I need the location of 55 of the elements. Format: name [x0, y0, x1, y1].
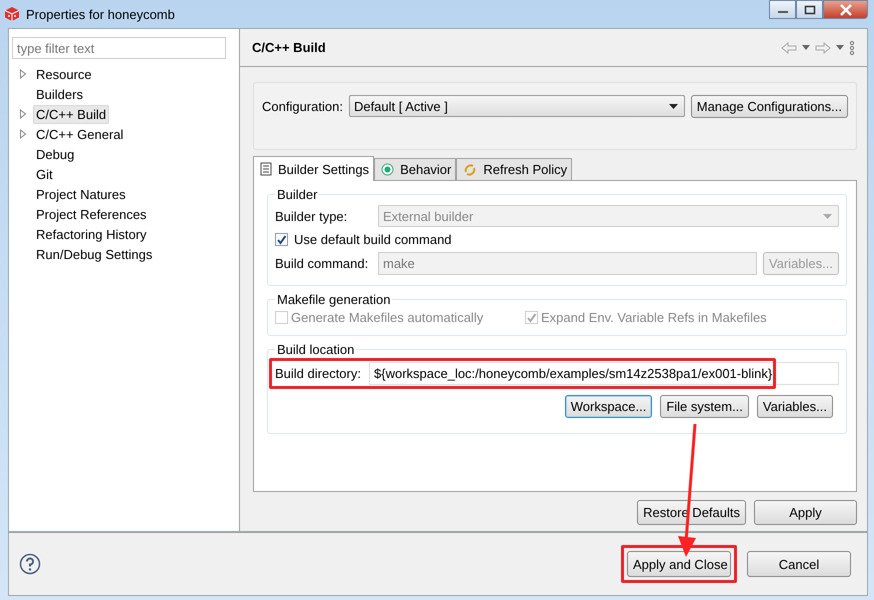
tab[interactable]: Behavior [374, 158, 456, 180]
tree-item[interactable]: C/C++ Build [33, 104, 110, 124]
group-title: Makefile generation [276, 292, 392, 307]
tree-item[interactable]: C/C++ General [33, 124, 126, 144]
tree-item[interactable]: Debug [33, 144, 78, 164]
build-command-label: Build command: [275, 256, 370, 271]
restore-defaults-button[interactable]: Restore Defaults [637, 500, 746, 525]
tree-item[interactable]: Project References [33, 204, 150, 224]
help-icon[interactable] [19, 553, 41, 575]
tab[interactable]: Refresh Policy [456, 158, 572, 180]
tree-item[interactable]: Run/Debug Settings [33, 244, 156, 264]
configuration-label: Configuration: [262, 99, 343, 114]
forward-arrow-icon[interactable] [815, 42, 831, 54]
close-icon [838, 4, 852, 16]
dialog-button[interactable]: Apply and Close [627, 551, 731, 577]
group-title: Build location [276, 342, 356, 357]
window-title: Properties for honeycomb [26, 6, 175, 22]
maximize-button[interactable] [796, 0, 823, 19]
checkbox-label: Use default build command [294, 232, 452, 247]
dropdown-caret-icon[interactable] [802, 45, 810, 50]
tree-item[interactable]: Project Natures [33, 184, 129, 204]
expand-arrow-icon[interactable] [19, 69, 27, 79]
group-title: Builder [276, 187, 318, 202]
build-directory-field[interactable]: ${workspace_loc:/honeycomb/examples/sm14z2538pa1/ex001-blink} [369, 362, 839, 385]
tree-item[interactable]: Refactoring History [33, 224, 150, 244]
close-button[interactable] [823, 0, 868, 19]
filter-field[interactable]: type filter text [12, 37, 226, 59]
apply-button[interactable]: Apply [754, 500, 857, 525]
more-menu-icon[interactable] [849, 40, 855, 54]
checkbox-label: Generate Makefiles automatically [291, 310, 484, 325]
browse-button[interactable]: Workspace... [564, 395, 652, 418]
dialog-button[interactable]: Cancel [747, 551, 851, 577]
tree-item[interactable]: Builders [33, 84, 86, 104]
list-icon [260, 162, 272, 176]
dropdown-caret-icon [823, 214, 832, 218]
build-directory-label: Build directory: [275, 366, 362, 381]
checkbox-label: Expand Env. Variable Refs in Makefiles [541, 310, 767, 325]
page-title: C/C++ Build [252, 40, 326, 55]
manage-configurations-button[interactable]: Manage Configurations... [690, 95, 848, 118]
configuration-dropdown[interactable]: Default [ Active ] [348, 95, 685, 117]
minimize-button[interactable] [769, 0, 796, 19]
radio-icon [381, 163, 394, 176]
browse-button[interactable]: Variables... [756, 395, 833, 418]
dropdown-caret-icon [668, 104, 678, 108]
maximize-icon [804, 4, 816, 14]
back-arrow-icon[interactable] [781, 42, 797, 54]
tab[interactable]: Builder Settings [253, 156, 374, 181]
tree-item[interactable]: Resource [33, 64, 95, 84]
dropdown-caret-icon[interactable] [836, 45, 844, 50]
cube-icon [4, 6, 20, 22]
tree-item[interactable]: Git [33, 164, 56, 184]
browse-button[interactable]: File system... [660, 395, 749, 418]
builder-type-label: Builder type: [275, 208, 348, 224]
checkbox[interactable] [275, 233, 288, 246]
refresh-icon [463, 162, 478, 176]
